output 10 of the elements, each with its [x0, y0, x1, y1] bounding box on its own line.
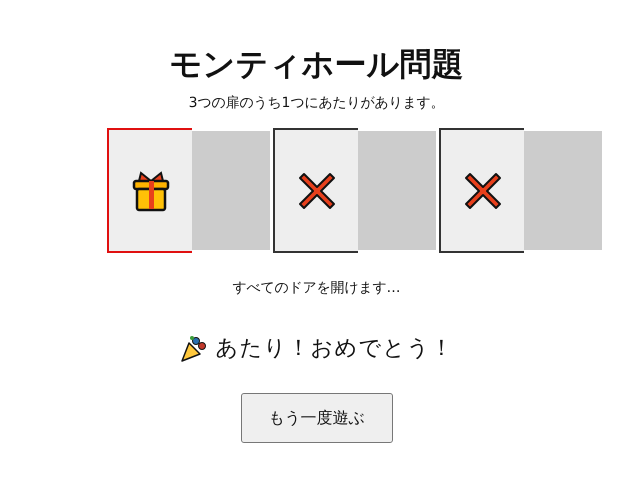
- door[interactable]: [273, 128, 358, 253]
- party-popper-icon: [180, 335, 208, 363]
- status-text: すべてのドアを開けます…: [232, 279, 400, 297]
- door[interactable]: [439, 128, 524, 253]
- result-text: あたり！おめでとう！: [216, 335, 454, 363]
- page-title: モンティホール問題: [170, 44, 464, 85]
- instructions-text: 3つの扉のうち1つにあたりがあります。: [188, 94, 444, 112]
- gift-icon: [130, 168, 170, 212]
- door[interactable]: [107, 128, 192, 253]
- play-again-button[interactable]: もう一度遊ぶ: [240, 393, 392, 443]
